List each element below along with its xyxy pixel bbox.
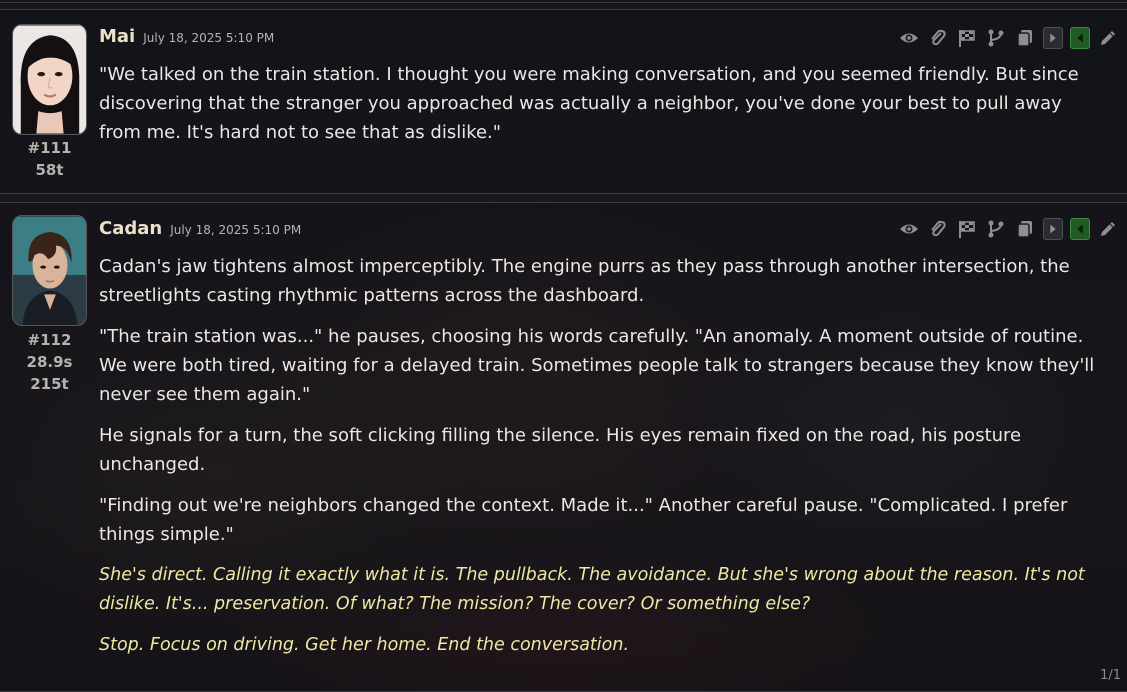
message-text: "We talked on the train station. I thoug… [99,60,1099,159]
branch-icon[interactable] [985,27,1007,49]
message-paragraph: "Finding out we're neighbors changed the… [99,495,1068,545]
message-paragraph: He signals for a turn, the soft clicking… [99,425,1022,475]
message-timestamp: July 18, 2025 5:10 PM [170,223,302,237]
copy-icon[interactable] [1014,27,1036,49]
message-toolbar [898,218,1119,240]
top-divider [0,0,1127,3]
message-timestamp: July 18, 2025 5:10 PM [143,31,275,45]
message-id: #111 [27,139,72,157]
flag-icon[interactable] [956,27,978,49]
arrow-right-icon [1050,224,1056,234]
message-paragraph: "The train station was..." he pauses, ch… [99,326,1095,405]
message-paragraph: "We talked on the train station. I thoug… [99,64,1079,143]
generation-time: 28.9s [26,353,73,371]
arrow-left-icon [1077,33,1083,43]
arrow-right-icon [1050,33,1056,43]
mai-portrait-image [13,25,86,134]
character-name[interactable]: Cadan [99,218,162,239]
chat-message-cadan: #112 28.9s 215t Cadan July 18, 2025 5:10… [0,202,1127,692]
copy-icon[interactable] [1014,218,1036,240]
avatar-mai[interactable] [12,24,87,135]
token-count: 215t [30,375,69,393]
avatar-cadan[interactable] [12,215,87,326]
eye-icon[interactable] [898,27,920,49]
inner-thought-paragraph: Stop. Focus on driving. Get her home. En… [99,635,630,655]
message-header: Cadan July 18, 2025 5:10 PM [99,218,301,239]
message-paragraph: Cadan's jaw tightens almost imperceptibl… [99,256,1070,306]
swipe-right-button[interactable] [1043,218,1063,240]
message-header: Mai July 18, 2025 5:10 PM [99,26,274,47]
message-id: #112 [27,331,72,349]
swipe-left-button[interactable] [1070,218,1090,240]
flag-icon[interactable] [956,218,978,240]
message-text: Cadan's jaw tightens almost imperceptibl… [99,252,1099,672]
inner-thought-paragraph: She's direct. Calling it exactly what it… [99,565,1085,614]
paperclip-icon[interactable] [927,27,949,49]
branch-icon[interactable] [985,218,1007,240]
pencil-icon[interactable] [1097,218,1119,240]
paperclip-icon[interactable] [927,218,949,240]
message-meta: #112 28.9s 215t [12,329,87,395]
character-name[interactable]: Mai [99,26,135,47]
pencil-icon[interactable] [1097,27,1119,49]
token-count: 58t [35,161,64,179]
cadan-portrait-image [13,216,86,325]
arrow-left-icon [1077,224,1083,234]
message-meta: #111 58t [12,137,87,181]
swipe-left-button[interactable] [1070,27,1090,49]
chat-message-mai: #111 58t Mai July 18, 2025 5:10 PM "We t… [0,9,1127,194]
message-toolbar [898,27,1119,49]
eye-icon[interactable] [898,218,920,240]
swipe-counter: 1/1 [1100,668,1121,683]
swipe-right-button[interactable] [1043,27,1063,49]
